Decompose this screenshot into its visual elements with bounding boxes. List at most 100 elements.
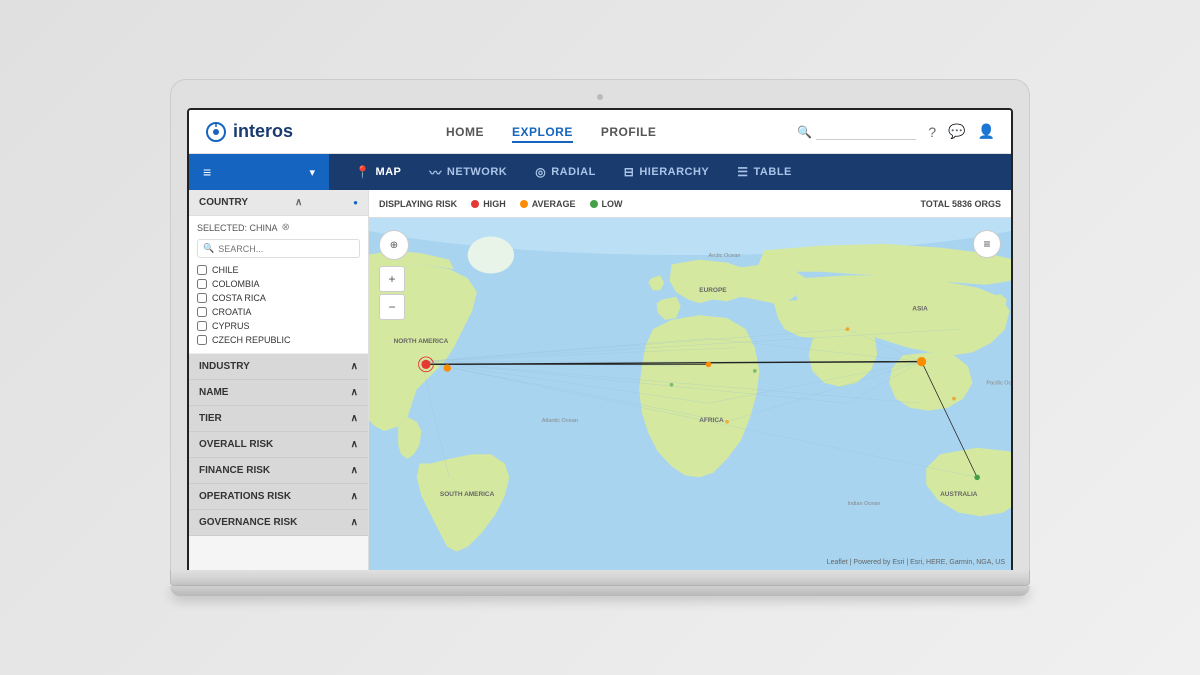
country-checkbox-colombia[interactable] (197, 279, 207, 289)
world-map: NORTH AMERICA EUROPE ASIA SOUTH AMERICA … (369, 218, 1011, 570)
svg-text:ASIA: ASIA (912, 306, 928, 313)
country-checkbox-cyprus[interactable] (197, 321, 207, 331)
country-name: CYPRUS (212, 321, 250, 331)
name-label: NAME (199, 387, 228, 398)
list-item: CROATIA (197, 305, 360, 319)
industry-filter[interactable]: INDUSTRY ∧ (189, 354, 368, 380)
search-input[interactable] (816, 123, 916, 140)
selected-chip: SELECTED: CHINA ⊗ (197, 222, 360, 233)
network-tab-icon: 〰 (429, 164, 442, 181)
compass-control[interactable]: ⊕ (379, 230, 409, 260)
operations-risk-label: OPERATIONS RISK (199, 491, 291, 502)
overall-risk-chevron-icon: ∧ (351, 439, 358, 450)
low-risk-badge: LOW (590, 199, 623, 209)
filter-dropdown-arrow: ▾ (309, 166, 315, 179)
country-checkbox-croatia[interactable] (197, 307, 207, 317)
country-checkbox-costa-rica[interactable] (197, 293, 207, 303)
nav-explore[interactable]: EXPLORE (512, 121, 573, 143)
zoom-in-button[interactable]: + (379, 266, 405, 292)
country-search-input[interactable] (218, 244, 354, 254)
country-section: SELECTED: CHINA ⊗ 🔍 (189, 216, 368, 354)
hierarchy-tab-icon: ⊟ (624, 165, 635, 179)
average-risk-dot (520, 200, 528, 208)
map-settings-button[interactable]: ≡ (973, 230, 1001, 258)
tab-radial-label: RADIAL (551, 166, 596, 178)
tab-hierarchy-label: HIERARCHY (639, 166, 709, 178)
sidebar: COUNTRY ∧ SELECTED: CHINA ⊗ 🔍 (189, 190, 369, 570)
tab-table[interactable]: ☰ TABLE (723, 154, 806, 190)
svg-text:SOUTH AMERICA: SOUTH AMERICA (440, 491, 495, 498)
overall-risk-label: OVERALL RISK (199, 439, 273, 450)
high-risk-dot (471, 200, 479, 208)
list-item: CYPRUS (197, 319, 360, 333)
overall-risk-filter[interactable]: OVERALL RISK ∧ (189, 432, 368, 458)
map-toolbar: DISPLAYING RISK HIGH AVERAGE (369, 190, 1011, 218)
svg-text:NORTH AMERICA: NORTH AMERICA (394, 338, 449, 345)
tab-network-label: NETWORK (447, 166, 507, 178)
list-item: CHILE (197, 263, 360, 277)
logo: interos (205, 121, 305, 143)
tab-network[interactable]: 〰 NETWORK (415, 154, 521, 190)
view-tabs: 📍 MAP 〰 NETWORK ◎ RADIAL (329, 154, 1011, 190)
country-name: CROATIA (212, 307, 251, 317)
industry-label: INDUSTRY (199, 361, 250, 372)
country-name: CZECH REPUBLIC (212, 335, 291, 345)
map-area[interactable]: DISPLAYING RISK HIGH AVERAGE (369, 190, 1011, 570)
country-chevron-icon: ∧ (295, 197, 302, 208)
map-controls: ⊕ + − (379, 230, 409, 320)
second-nav: ≡ ▾ 📍 MAP 〰 NETWORK (189, 154, 1011, 190)
tier-label: TIER (199, 413, 222, 424)
search-bar: 🔍 (797, 123, 916, 140)
country-search-field: 🔍 (197, 239, 360, 258)
filter-button[interactable]: ≡ ▾ (189, 154, 329, 190)
logo-text: interos (233, 121, 293, 142)
selected-label: SELECTED: CHINA (197, 223, 278, 233)
tab-radial[interactable]: ◎ RADIAL (521, 154, 610, 190)
main-content: COUNTRY ∧ SELECTED: CHINA ⊗ 🔍 (189, 190, 1011, 570)
zoom-out-button[interactable]: − (379, 294, 405, 320)
finance-risk-label: FINANCE RISK (199, 465, 270, 476)
svg-text:Pacific Ocean: Pacific Ocean (986, 381, 1011, 387)
country-filter-header[interactable]: COUNTRY ∧ (189, 190, 368, 216)
list-item: COSTA RICA (197, 291, 360, 305)
search-icon: 🔍 (797, 125, 812, 139)
displaying-risk-badge: DISPLAYING RISK (379, 199, 457, 209)
industry-chevron-icon: ∧ (351, 361, 358, 372)
svg-text:Arctic Ocean: Arctic Ocean (709, 253, 741, 259)
nav-home[interactable]: HOME (446, 121, 484, 143)
tab-hierarchy[interactable]: ⊟ HIERARCHY (610, 154, 723, 190)
high-risk-label: HIGH (483, 199, 506, 209)
chat-icon[interactable]: 💬 (948, 123, 965, 140)
radial-tab-icon: ◎ (535, 165, 546, 179)
help-icon[interactable]: ? (928, 124, 936, 140)
governance-risk-chevron-icon: ∧ (351, 517, 358, 528)
top-nav: interos HOME EXPLORE PROFILE 🔍 (189, 110, 1011, 154)
displaying-risk-label: DISPLAYING RISK (379, 199, 457, 209)
user-icon[interactable]: 👤 (978, 123, 995, 140)
finance-risk-filter[interactable]: FINANCE RISK ∧ (189, 458, 368, 484)
country-name: COSTA RICA (212, 293, 266, 303)
average-risk-badge: AVERAGE (520, 199, 576, 209)
nav-right: 🔍 ? 💬 👤 (797, 123, 995, 140)
chip-remove-icon[interactable]: ⊗ (282, 222, 290, 233)
table-tab-icon: ☰ (737, 165, 748, 179)
operations-risk-filter[interactable]: OPERATIONS RISK ∧ (189, 484, 368, 510)
nav-links: HOME EXPLORE PROFILE (329, 121, 773, 143)
map-tab-icon: 📍 (355, 165, 370, 179)
governance-risk-filter[interactable]: GOVERNANCE RISK ∧ (189, 510, 368, 536)
country-checkbox-chile[interactable] (197, 265, 207, 275)
average-risk-label: AVERAGE (532, 199, 576, 209)
svg-text:AFRICA: AFRICA (699, 417, 724, 424)
tab-map[interactable]: 📍 MAP (341, 154, 415, 190)
governance-risk-label: GOVERNANCE RISK (199, 517, 297, 528)
tab-table-label: TABLE (754, 166, 792, 178)
country-checkbox-czech[interactable] (197, 335, 207, 345)
map-attribution: Leaflet | Powered by Esri | Esri, HERE, … (827, 559, 1005, 566)
nav-profile[interactable]: PROFILE (601, 121, 657, 143)
name-chevron-icon: ∧ (351, 387, 358, 398)
country-name: CHILE (212, 265, 239, 275)
tab-map-label: MAP (375, 166, 401, 178)
total-orgs-label: TOTAL 5836 ORGS (920, 199, 1001, 209)
name-filter[interactable]: NAME ∧ (189, 380, 368, 406)
tier-filter[interactable]: TIER ∧ (189, 406, 368, 432)
